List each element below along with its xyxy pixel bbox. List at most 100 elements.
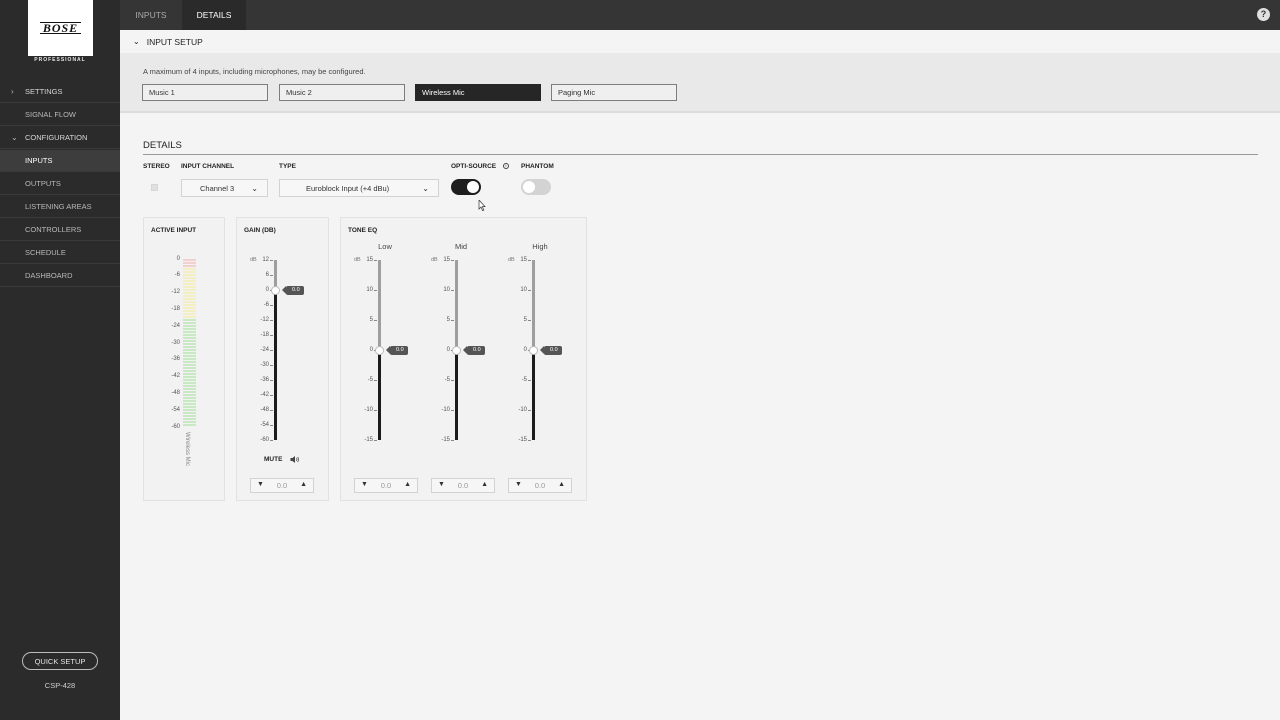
eq-high-tick-mark [528, 320, 531, 321]
meter-segment [183, 352, 196, 354]
meter-segment [183, 343, 196, 345]
tab-details[interactable]: DETAILS [182, 0, 246, 30]
brand-text: BOSE [39, 22, 82, 34]
meter-segment [183, 394, 196, 396]
meter-segment [183, 358, 196, 360]
eq-mid-stepper[interactable]: ▼ 0.0 ▲ [431, 478, 495, 493]
eq-low-tick-mark [374, 290, 377, 291]
tone-eq-title: TONE EQ [348, 227, 378, 234]
eq-band-mid-label: Mid [454, 242, 468, 251]
meter-tick-label: 0 [176, 255, 180, 262]
sidebar-item-label: SIGNAL FLOW [25, 110, 76, 119]
sidebar-item-outputs[interactable]: OUTPUTS [0, 173, 120, 195]
gain-tick-mark [270, 380, 273, 381]
gain-tick-label: -12 [260, 316, 269, 323]
eq-high-tick-mark [528, 410, 531, 411]
eq-mid-value-tag[interactable]: 0.0 [463, 345, 485, 355]
eq-low-stepper[interactable]: ▼ 0.0 ▲ [354, 478, 418, 493]
type-value: Euroblock Input (+4 dBu) [306, 183, 390, 193]
gain-tick-mark [270, 305, 273, 306]
gain-stepper[interactable]: ▼ 0.0 ▲ [250, 478, 314, 493]
meter-segment [183, 271, 196, 273]
meter-segment [183, 316, 196, 318]
eq-mid-tick-label: 5 [446, 316, 450, 323]
phantom-toggle[interactable] [521, 179, 551, 195]
meter-tick-label: -12 [171, 289, 180, 296]
increment-icon[interactable]: ▲ [404, 481, 411, 488]
meter-segment [183, 274, 196, 276]
eq-low-tick-label: 0 [369, 346, 373, 353]
eq-mid-tick-label: -15 [441, 436, 450, 443]
sidebar-item-schedule[interactable]: SCHEDULE [0, 242, 120, 264]
speaker-icon[interactable] [290, 455, 300, 464]
gain-tick-mark [270, 350, 273, 351]
eq-low-tick-mark [374, 410, 377, 411]
meter-segment [183, 337, 196, 339]
meter-segment [183, 319, 196, 321]
toggle-knob [467, 181, 479, 193]
tab-inputs[interactable]: INPUTS [120, 0, 182, 30]
increment-icon[interactable]: ▲ [558, 481, 565, 488]
sidebar-item-dashboard[interactable]: DASHBOARD [0, 265, 120, 287]
gain-tick-mark [270, 320, 273, 321]
eq-high-value-tag[interactable]: 0.0 [540, 345, 562, 355]
meter-segment [183, 289, 196, 291]
eq-low-tick-label: 5 [369, 316, 373, 323]
sidebar-item-listening-areas[interactable]: LISTENING AREAS [0, 196, 120, 218]
meter-segment [183, 349, 196, 351]
eq-mid-fader-thumb[interactable] [452, 345, 461, 355]
meter-segment [183, 310, 196, 312]
eq-low-tick-label: 15 [366, 256, 373, 263]
sidebar-item-signal-flow[interactable]: SIGNAL FLOW [0, 104, 120, 126]
meter-segment [183, 283, 196, 285]
meter-segment [183, 286, 196, 288]
eq-low-fader-thumb[interactable] [375, 345, 384, 355]
meter-segment [183, 325, 196, 327]
type-select[interactable]: Euroblock Input (+4 dBu) ⌄ [279, 179, 439, 197]
stereo-checkbox[interactable] [151, 184, 158, 191]
eq-high-fader-thumb[interactable] [529, 345, 538, 355]
increment-icon[interactable]: ▲ [481, 481, 488, 488]
eq-high-stepper[interactable]: ▼ 0.0 ▲ [508, 478, 572, 493]
meter-segment [183, 304, 196, 306]
eq-low-value-tag[interactable]: 0.0 [386, 345, 408, 355]
phantom-label: PHANTOM [521, 163, 554, 170]
help-icon[interactable]: ? [1257, 8, 1270, 21]
quick-setup-button[interactable]: QUICK SETUP [22, 652, 98, 670]
sidebar-item-inputs[interactable]: INPUTS [0, 150, 120, 172]
details-title: DETAILS [143, 140, 182, 151]
gain-tick-mark [270, 260, 273, 261]
info-icon[interactable]: i [503, 163, 509, 169]
sidebar-item-controllers[interactable]: CONTROLLERS [0, 219, 120, 241]
meter-tick-label: -24 [171, 322, 180, 329]
chevron-down-icon: ⌄ [11, 133, 18, 142]
sidebar-item-settings[interactable]: › SETTINGS [0, 81, 120, 103]
eq-low-tick-label: -15 [364, 436, 373, 443]
meter-segment [183, 418, 196, 420]
input-music-1-button[interactable]: Music 1 [142, 84, 268, 101]
input-setup-header[interactable]: ⌄ INPUT SETUP [120, 30, 1280, 53]
eq-high-tick-mark [528, 290, 531, 291]
meter-segment [183, 268, 196, 270]
gain-tick-mark [270, 440, 273, 441]
opti-source-toggle[interactable] [451, 179, 481, 195]
gain-tick-label: -6 [263, 301, 269, 308]
bose-logo[interactable]: BOSE [28, 0, 93, 56]
increment-icon[interactable]: ▲ [300, 481, 307, 488]
gain-tick-label: 0 [265, 286, 269, 293]
meter-segment [183, 379, 196, 381]
details-divider [143, 154, 1258, 155]
input-channel-select[interactable]: Channel 3 ⌄ [181, 179, 268, 197]
meter-segment [183, 259, 196, 261]
input-paging-mic-button[interactable]: Paging Mic [551, 84, 677, 101]
input-wireless-mic-button[interactable]: Wireless Mic [415, 84, 541, 101]
gain-value-tag[interactable]: 0.0 [282, 285, 304, 295]
gain-tick-label: -42 [260, 391, 269, 398]
active-input-title: ACTIVE INPUT [151, 227, 197, 234]
sidebar-item-configuration[interactable]: ⌄ CONFIGURATION [0, 127, 120, 149]
gain-tick-label: 6 [265, 271, 269, 278]
meter-channel-name: Wireless Mic [184, 432, 190, 466]
input-music-2-button[interactable]: Music 2 [279, 84, 405, 101]
gain-fader-thumb[interactable] [271, 285, 280, 295]
eq-high-tick-mark [528, 380, 531, 381]
